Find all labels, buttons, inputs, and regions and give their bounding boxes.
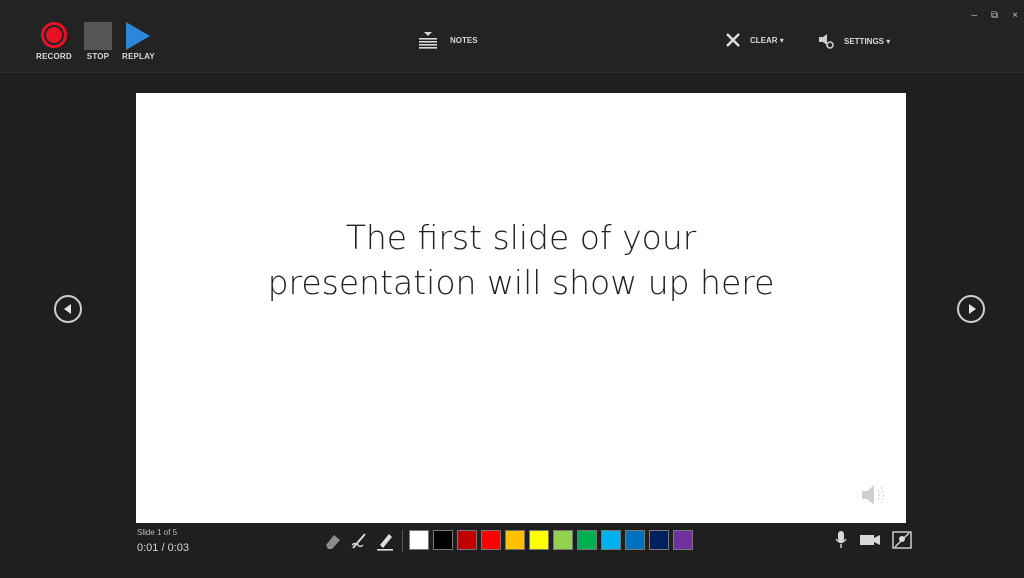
camera-icon[interactable] [858, 531, 882, 549]
close-window-button[interactable]: × [1012, 10, 1018, 21]
next-slide-button[interactable] [957, 295, 985, 323]
stop-label: STOP [86, 52, 110, 61]
record-label: RECORD [36, 52, 72, 61]
stop-icon [84, 22, 112, 50]
record-icon [40, 22, 67, 48]
minimize-button[interactable]: – [971, 10, 977, 21]
tool-separator [402, 530, 403, 552]
ink-tools [322, 530, 405, 552]
color-swatch-10[interactable] [625, 530, 645, 550]
pen-icon [351, 533, 366, 549]
color-swatch-12[interactable] [673, 530, 693, 550]
settings-icon [819, 34, 834, 49]
play-icon [126, 22, 151, 50]
clear-button[interactable]: CLEAR ▾ [726, 33, 784, 47]
color-swatch-1[interactable] [409, 530, 429, 550]
settings-button[interactable]: SETTINGS ▾ [818, 33, 890, 49]
notes-label: NOTES [450, 35, 478, 45]
pen-color-swatches [409, 530, 693, 550]
settings-label: SETTINGS ▾ [844, 36, 891, 46]
camera-preview-icon[interactable] [892, 531, 912, 549]
highlighter-button[interactable] [374, 530, 396, 552]
replay-button[interactable]: REPLAY [122, 22, 155, 61]
eraser-icon [326, 535, 340, 549]
color-swatch-11[interactable] [649, 530, 669, 550]
color-swatch-2[interactable] [433, 530, 453, 550]
highlighter-icon [377, 534, 393, 551]
slide-text-line-2: presentation will show up here [267, 263, 775, 302]
replay-label: REPLAY [122, 52, 155, 61]
color-swatch-7[interactable] [553, 530, 573, 550]
slide-counter: Slide 1 of 5 [137, 528, 178, 537]
pen-button[interactable] [348, 530, 370, 552]
restore-button[interactable]: ⧉ [991, 10, 998, 21]
color-swatch-9[interactable] [601, 530, 621, 550]
color-swatch-5[interactable] [505, 530, 525, 550]
slide-placeholder-text: The first slide of your presentation wil… [136, 215, 906, 305]
chevron-left-icon [63, 304, 71, 314]
previous-slide-button[interactable] [54, 295, 82, 323]
color-swatch-8[interactable] [577, 530, 597, 550]
slide-preview[interactable]: The first slide of your presentation wil… [136, 93, 906, 523]
slide-text-line-1: The first slide of your [345, 218, 697, 257]
notes-icon [419, 32, 437, 49]
notes-button[interactable]: NOTES [418, 30, 478, 50]
eraser-button[interactable] [322, 530, 344, 552]
record-button[interactable]: RECORD [36, 22, 72, 61]
color-swatch-4[interactable] [481, 530, 501, 550]
color-swatch-6[interactable] [529, 530, 549, 550]
recording-timer: 0:01 / 0:03 [137, 542, 189, 554]
microphone-icon[interactable] [834, 530, 848, 550]
top-toolbar: RECORD STOP REPLAY NOTES CLEAR ▾ SETTING… [0, 0, 1024, 73]
stop-button[interactable]: STOP [84, 22, 112, 61]
speaker-icon[interactable] [860, 481, 890, 509]
clear-label: CLEAR ▾ [750, 35, 784, 45]
media-controls [834, 530, 912, 550]
close-icon [726, 33, 740, 47]
color-swatch-3[interactable] [457, 530, 477, 550]
window-controls: – ⧉ × [971, 10, 1018, 21]
chevron-right-icon [968, 304, 976, 314]
